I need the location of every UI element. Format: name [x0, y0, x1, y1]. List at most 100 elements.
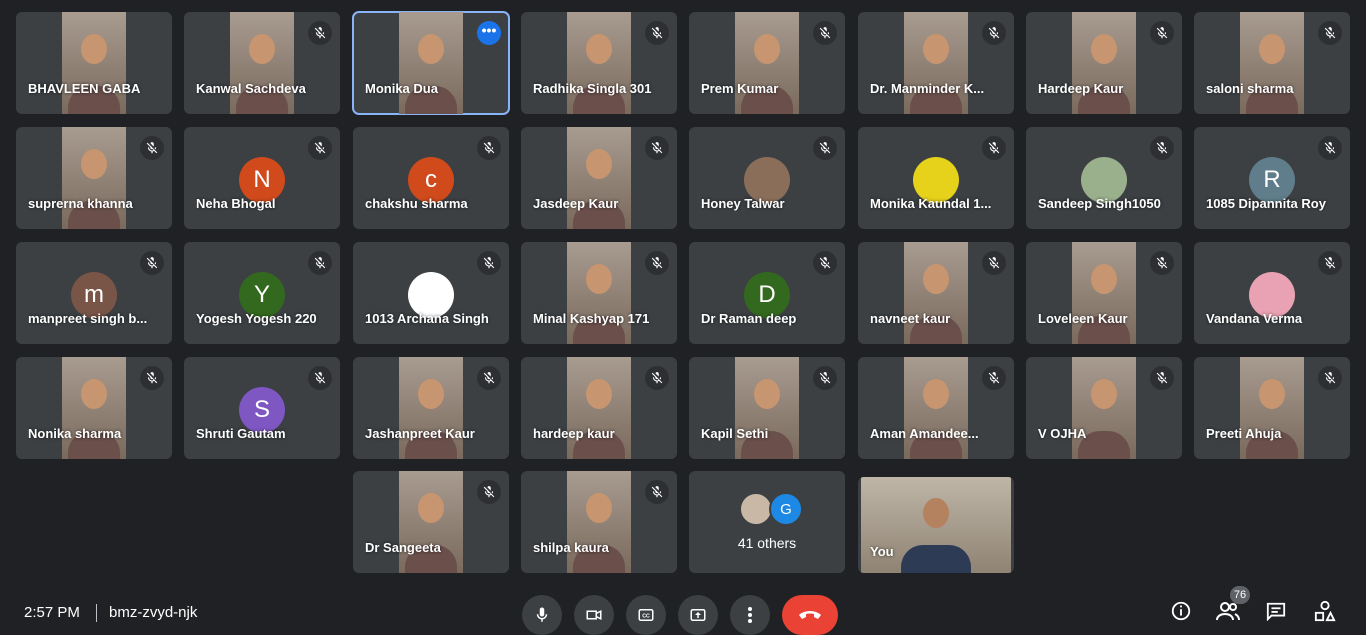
participant-tile[interactable]: Prem Kumar [689, 12, 845, 114]
participant-video [567, 127, 631, 229]
participant-tile[interactable]: Nonika sharma [16, 357, 172, 459]
self-tile[interactable]: You [858, 477, 1014, 573]
participant-name: Dr Raman deep [701, 311, 797, 326]
participant-name: Minal Kashyap 171 [533, 311, 650, 326]
participant-video [62, 127, 126, 229]
mic-off-icon [982, 136, 1006, 160]
participant-tile[interactable]: Preeti Ahuja [1194, 357, 1350, 459]
participant-tile[interactable]: Vandana Verma [1194, 242, 1350, 344]
participant-tile[interactable]: Loveleen Kaur [1026, 242, 1182, 344]
participant-name: Nonika sharma [28, 426, 122, 441]
mic-off-icon [477, 366, 501, 390]
participant-video [904, 242, 968, 344]
participant-tile[interactable]: saloni sharma [1194, 12, 1350, 114]
mic-off-icon [308, 136, 332, 160]
participant-tile[interactable]: m manpreet singh b... [16, 242, 172, 344]
mic-off-icon [477, 251, 501, 275]
participant-tile[interactable]: Y Yogesh Yogesh 220 [184, 242, 340, 344]
participant-tile[interactable]: BHAVLEEN GABA [16, 12, 172, 114]
mic-off-icon [813, 21, 837, 45]
participant-name: Hardeep Kaur [1038, 81, 1124, 96]
participant-name: Radhika Singla 301 [533, 81, 652, 96]
chat-icon [1266, 602, 1286, 621]
self-name: You [870, 544, 894, 559]
participant-tile[interactable]: Kapil Sethi [689, 357, 845, 459]
mic-off-icon [813, 251, 837, 275]
hang-up-button[interactable] [782, 595, 838, 635]
mic-off-icon [1318, 136, 1342, 160]
mic-off-icon [813, 366, 837, 390]
participant-tile[interactable]: shilpa kaura [521, 471, 677, 573]
others-tile[interactable]: G 41 others [689, 471, 845, 573]
participant-tile[interactable]: Jashanpreet Kaur [353, 357, 509, 459]
participant-count-badge: 76 [1230, 586, 1250, 604]
participant-name: manpreet singh b... [28, 311, 148, 326]
participant-name: shilpa kaura [533, 540, 609, 555]
mic-off-icon [1318, 21, 1342, 45]
participant-tile[interactable]: Kanwal Sachdeva [184, 12, 340, 114]
participant-tile[interactable]: Aman Amandee... [858, 357, 1014, 459]
mic-off-icon [140, 366, 164, 390]
participant-video [1072, 242, 1136, 344]
participant-tile[interactable]: V OJHA [1026, 357, 1182, 459]
participant-tile[interactable]: R 1085 Dipannita Roy [1194, 127, 1350, 229]
participant-tile[interactable]: ••• Monika Dua [352, 11, 510, 115]
participant-tile[interactable]: Honey Talwar [689, 127, 845, 229]
mic-off-icon [1318, 366, 1342, 390]
mic-button[interactable] [522, 595, 562, 635]
mic-off-icon [140, 136, 164, 160]
participant-tile[interactable]: Radhika Singla 301 [521, 12, 677, 114]
participant-video [62, 12, 126, 114]
participant-tile[interactable]: Hardeep Kaur [1026, 12, 1182, 114]
participant-tile[interactable]: Dr Sangeeta [353, 471, 509, 573]
info-button[interactable] [1168, 598, 1194, 624]
participant-tile[interactable]: c chakshu sharma [353, 127, 509, 229]
participant-video [62, 357, 126, 459]
participant-tile[interactable]: Minal Kashyap 171 [521, 242, 677, 344]
participant-name: Dr. Manminder K... [870, 81, 985, 96]
camera-button[interactable] [574, 595, 614, 635]
captions-icon: CC [638, 609, 654, 621]
participant-tile[interactable]: hardeep kaur [521, 357, 677, 459]
participant-tile[interactable]: 1013 Archana Singh [353, 242, 509, 344]
others-avatars: G [739, 492, 803, 526]
participant-tile[interactable]: Dr. Manminder K... [858, 12, 1014, 114]
participant-tile[interactable]: Jasdeep Kaur [521, 127, 677, 229]
mic-off-icon [1150, 136, 1174, 160]
hang-up-icon [799, 611, 821, 619]
participant-tile[interactable]: D Dr Raman deep [689, 242, 845, 344]
participant-video [1240, 357, 1304, 459]
participant-video [399, 357, 463, 459]
participant-name: Loveleen Kaur [1038, 311, 1128, 326]
mic-off-icon [982, 366, 1006, 390]
meeting-code[interactable]: bmz-zvyd-njk [109, 604, 197, 621]
participant-video [399, 12, 463, 114]
mic-off-icon [308, 21, 332, 45]
participant-video [904, 12, 968, 114]
mic-off-icon [1318, 251, 1342, 275]
participant-name: Sandeep Singh1050 [1038, 196, 1161, 211]
tile-options-button[interactable]: ••• [477, 21, 501, 45]
more-options-button[interactable] [730, 595, 770, 635]
chat-button[interactable] [1263, 598, 1289, 624]
mic-off-icon [645, 251, 669, 275]
activities-button[interactable] [1312, 598, 1338, 624]
activities-icon [1314, 600, 1336, 622]
participant-name: Shruti Gautam [196, 426, 286, 441]
mic-off-icon [645, 366, 669, 390]
participant-tile[interactable]: S Shruti Gautam [184, 357, 340, 459]
participant-tile[interactable]: suprerna khanna [16, 127, 172, 229]
participant-name: Preeti Ahuja [1206, 426, 1282, 441]
others-avatar-initial: G [769, 492, 803, 526]
participant-video [567, 242, 631, 344]
participant-tile[interactable]: Sandeep Singh1050 [1026, 127, 1182, 229]
participant-tile[interactable]: N Neha Bhogal [184, 127, 340, 229]
mic-off-icon [308, 366, 332, 390]
present-button[interactable] [678, 595, 718, 635]
participant-tile[interactable]: navneet kaur [858, 242, 1014, 344]
participant-tile[interactable]: Monika Kaundal 1... [858, 127, 1014, 229]
bottom-bar: 2:57 PM bmz-zvyd-njk CC [0, 585, 1366, 635]
info-icon [1171, 601, 1191, 621]
participant-video [904, 357, 968, 459]
captions-button[interactable]: CC [626, 595, 666, 635]
